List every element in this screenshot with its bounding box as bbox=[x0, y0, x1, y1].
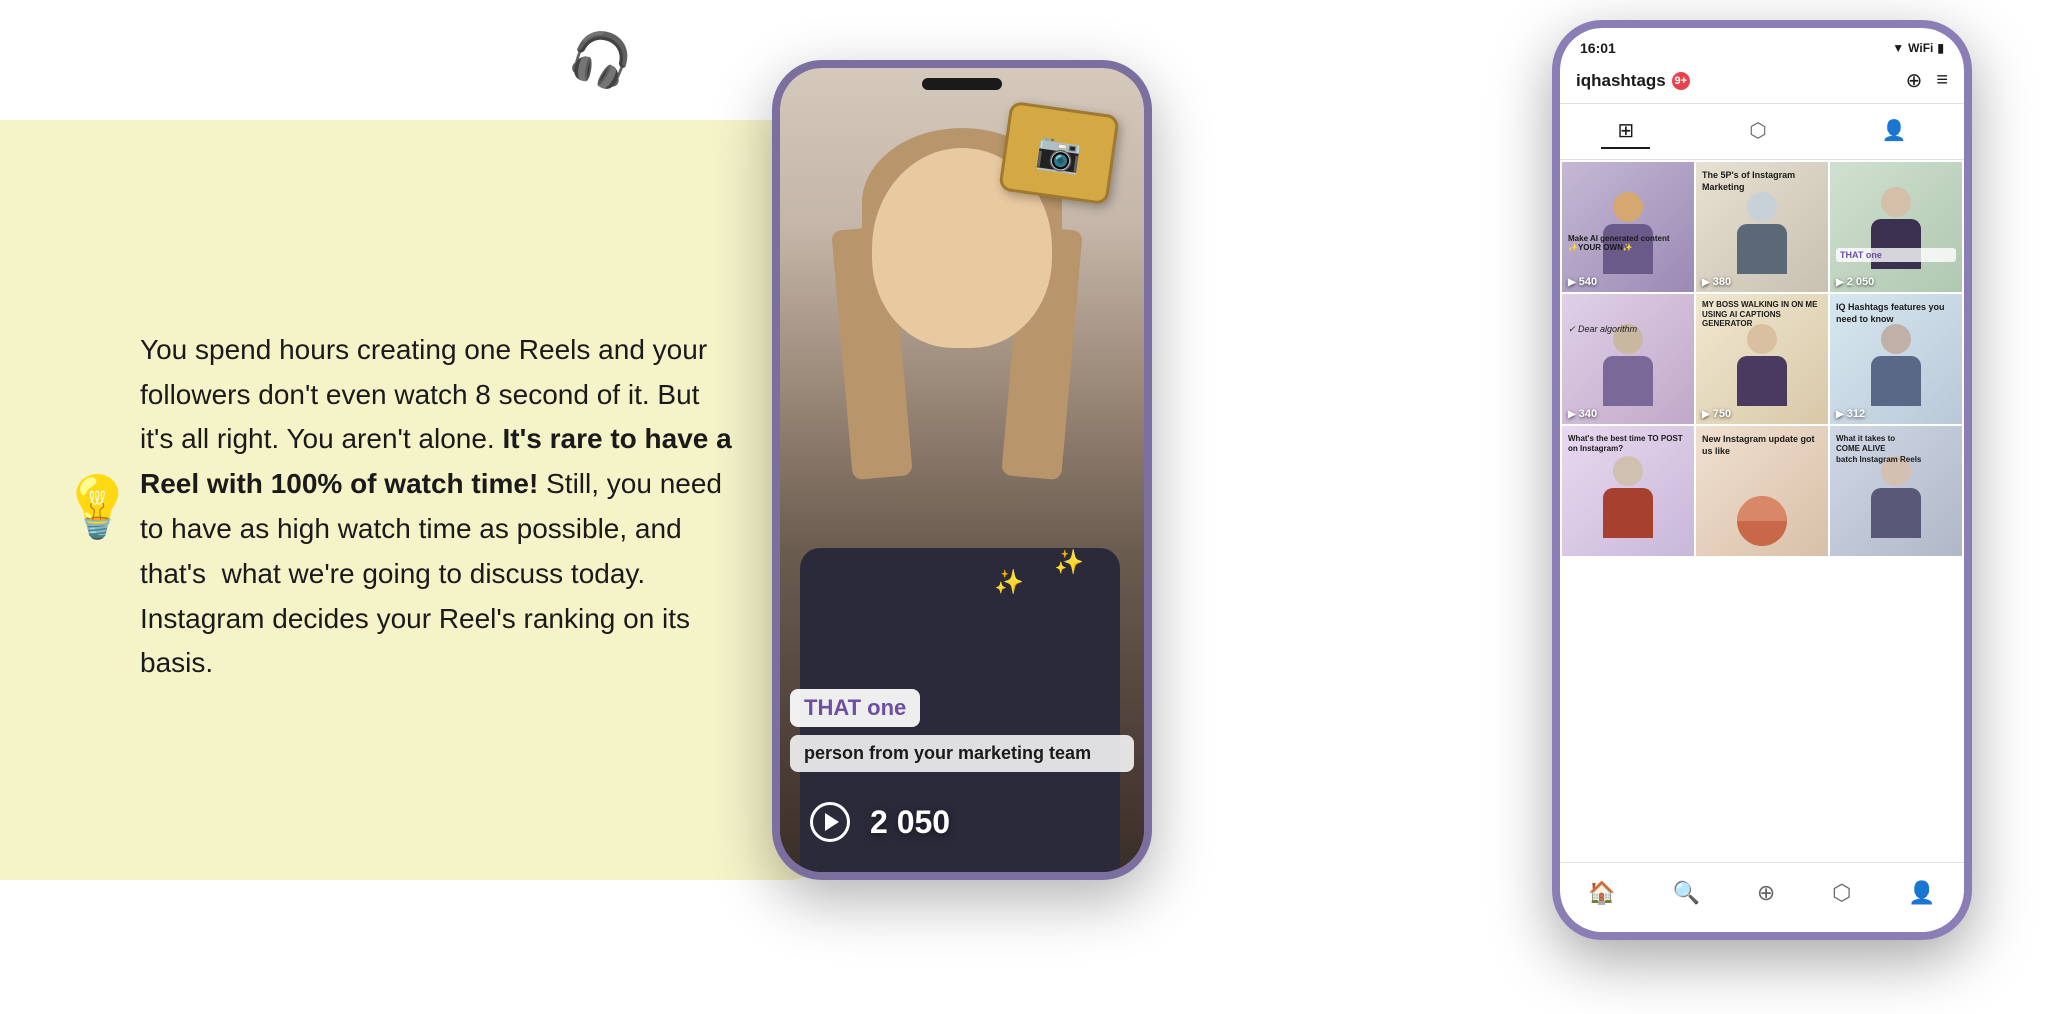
left-section: 💡 You spend hours creating one Reels and… bbox=[0, 0, 820, 1014]
reel9-person bbox=[1866, 456, 1926, 536]
tab-grid[interactable]: ⊞ bbox=[1601, 114, 1650, 149]
reel5-text: MY BOSS WALKING IN ON ME USING AI CAPTIO… bbox=[1702, 300, 1822, 329]
wifi-icon: WiFi bbox=[1908, 41, 1933, 55]
reel6-count: ▶ 312 bbox=[1836, 408, 1865, 420]
phone1-screen: 📷 ✨ ✨ THAT one person from your marketin… bbox=[780, 68, 1144, 872]
reel-item-7[interactable]: What's the best time TO POST on Instagra… bbox=[1562, 426, 1694, 556]
lightbulb-icon: 💡 bbox=[60, 472, 135, 543]
reel2-person bbox=[1732, 192, 1792, 272]
reel1-text: Make AI generated content✨YOUR OWN✨ bbox=[1568, 234, 1670, 252]
reel2-text: The 5P's of Instagram Marketing bbox=[1702, 170, 1822, 193]
reel-item-4[interactable]: ✓ Dear algorithm ▶ 340 bbox=[1562, 294, 1694, 424]
menu-icon[interactable]: ≡ bbox=[1936, 69, 1948, 92]
play-count-display: 2 050 bbox=[810, 802, 950, 842]
instagram-username[interactable]: iqhashtags 9+ bbox=[1576, 71, 1690, 91]
reel3-that-one-text: THAT one bbox=[1836, 248, 1956, 262]
nav-reels-icon[interactable]: ⬡ bbox=[1832, 880, 1851, 906]
phone1-screen-inner: 📷 ✨ ✨ THAT one person from your marketin… bbox=[780, 68, 1144, 872]
reel-item-2[interactable]: The 5P's of Instagram Marketing ▶ 380 bbox=[1696, 162, 1828, 292]
reel4-text: ✓ Dear algorithm bbox=[1568, 324, 1637, 335]
add-icon[interactable]: ⊕ bbox=[1906, 68, 1923, 93]
reel7-person bbox=[1598, 456, 1658, 536]
reel4-count: ▶ 340 bbox=[1568, 408, 1597, 420]
main-body-text: You spend hours creating one Reels and y… bbox=[140, 328, 740, 686]
reel4-person bbox=[1598, 324, 1658, 404]
instagram-header: iqhashtags 9+ ⊕ ≡ bbox=[1560, 62, 1964, 104]
sparkle-decoration-2: ✨ bbox=[994, 568, 1024, 597]
notification-badge: 9+ bbox=[1672, 72, 1690, 90]
tab-reels[interactable]: ⬡ bbox=[1733, 114, 1782, 149]
battery-icon: ▮ bbox=[1937, 41, 1944, 55]
phone1-text-overlay: THAT one person from your marketing team bbox=[790, 689, 1134, 772]
phones-container: 📷 ✨ ✨ THAT one person from your marketin… bbox=[772, 20, 1972, 1000]
username-text: iqhashtags bbox=[1576, 71, 1666, 91]
phone2-device: 16:01 ▼ WiFi ▮ iqhashtags 9+ ⊕ ≡ bbox=[1552, 20, 1972, 940]
reel-item-3[interactable]: THAT one ▶ 2 050 bbox=[1830, 162, 1962, 292]
reel5-person bbox=[1732, 324, 1792, 404]
reel3-count: ▶ 2 050 bbox=[1836, 276, 1874, 288]
status-bar: 16:01 ▼ WiFi ▮ bbox=[1560, 28, 1964, 62]
phone2-screen-inner: 16:01 ▼ WiFi ▮ iqhashtags 9+ ⊕ ≡ bbox=[1560, 28, 1964, 932]
reel1-count: ▶ 540 bbox=[1568, 276, 1597, 288]
sparkle-decoration-1: ✨ bbox=[1054, 548, 1084, 577]
signal-icon: ▼ bbox=[1892, 41, 1904, 55]
reels-grid: Make AI generated content✨YOUR OWN✨ ▶ 54… bbox=[1560, 160, 1964, 558]
header-action-icons: ⊕ ≡ bbox=[1906, 68, 1948, 93]
phone1-notch bbox=[922, 78, 1002, 90]
text-content-area: 💡 You spend hours creating one Reels and… bbox=[0, 288, 820, 726]
reel6-text: IQ Hashtags features you need to know bbox=[1836, 302, 1956, 325]
subtitle-badge: person from your marketing team bbox=[790, 735, 1134, 772]
status-time: 16:01 bbox=[1580, 40, 1616, 56]
camera-icon: 📷 bbox=[1034, 129, 1084, 177]
instagram-tabs: ⊞ ⬡ 👤 bbox=[1560, 104, 1964, 160]
reel-item-8[interactable]: New Instagram update got us like bbox=[1696, 426, 1828, 556]
status-icons: ▼ WiFi ▮ bbox=[1892, 41, 1944, 55]
tab-tagged[interactable]: 👤 bbox=[1866, 114, 1923, 149]
play-button-icon bbox=[810, 802, 850, 842]
nav-add-icon[interactable]: ⊕ bbox=[1757, 880, 1775, 906]
instagram-bottom-nav: 🏠 🔍 ⊕ ⬡ 👤 bbox=[1560, 862, 1964, 932]
camera-sticker: 📷 bbox=[998, 101, 1119, 205]
reel2-count: ▶ 380 bbox=[1702, 276, 1731, 288]
view-count-label: 2 050 bbox=[870, 804, 950, 841]
reel-item-6[interactable]: IQ Hashtags features you need to know ▶ … bbox=[1830, 294, 1962, 424]
reel-item-5[interactable]: MY BOSS WALKING IN ON ME USING AI CAPTIO… bbox=[1696, 294, 1828, 424]
reel6-person bbox=[1866, 324, 1926, 404]
triangle-icon bbox=[825, 813, 839, 831]
nav-search-icon[interactable]: 🔍 bbox=[1673, 880, 1700, 906]
reel5-count: ▶ 750 bbox=[1702, 408, 1731, 420]
nav-home-icon[interactable]: 🏠 bbox=[1588, 880, 1615, 906]
nav-profile-icon[interactable]: 👤 bbox=[1908, 880, 1935, 906]
reel8-circle bbox=[1737, 496, 1787, 546]
reel-item-1[interactable]: Make AI generated content✨YOUR OWN✨ ▶ 54… bbox=[1562, 162, 1694, 292]
reel7-text: What's the best time TO POST on Instagra… bbox=[1568, 434, 1688, 455]
reel1-person bbox=[1598, 192, 1658, 272]
reel8-text: New Instagram update got us like bbox=[1702, 434, 1822, 457]
that-one-badge: THAT one bbox=[790, 689, 920, 727]
phone1-device: 📷 ✨ ✨ THAT one person from your marketin… bbox=[772, 60, 1152, 880]
reel9-text: What it takes toCOME ALIVEbatch Instagra… bbox=[1836, 434, 1956, 465]
reel-item-9[interactable]: What it takes toCOME ALIVEbatch Instagra… bbox=[1830, 426, 1962, 556]
